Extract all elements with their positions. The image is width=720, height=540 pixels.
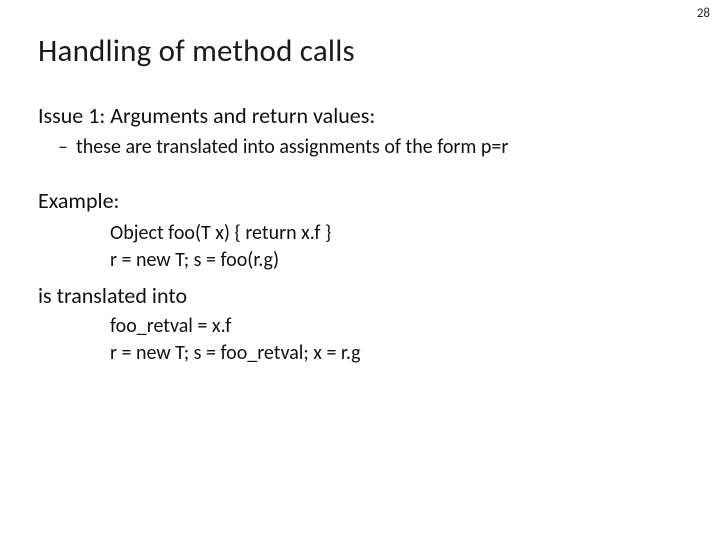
issue-heading: Issue 1: Arguments and return values: — [38, 102, 682, 129]
example-code-block: Object foo(T x) { return x.f } r = new T… — [110, 220, 682, 274]
translated-code-block: foo_retval = x.f r = new T; s = foo_retv… — [110, 313, 682, 367]
code-line: Object foo(T x) { return x.f } — [110, 220, 682, 247]
code-line: r = new T; s = foo_retval; x = r.g — [110, 340, 682, 367]
code-line: foo_retval = x.f — [110, 313, 682, 340]
bullet-text: these are translated into assignments of… — [76, 135, 682, 159]
page-number: 28 — [697, 6, 710, 21]
slide-body: Handling of method calls Issue 1: Argume… — [0, 0, 720, 367]
code-line: r = new T; s = foo(r.g) — [110, 247, 682, 274]
bullet-item: – these are translated into assignments … — [58, 135, 682, 159]
example-heading: Example: — [38, 187, 682, 214]
bullet-dash-icon: – — [58, 135, 76, 159]
translated-label: is translated into — [38, 282, 682, 309]
slide-title: Handling of method calls — [38, 32, 682, 70]
